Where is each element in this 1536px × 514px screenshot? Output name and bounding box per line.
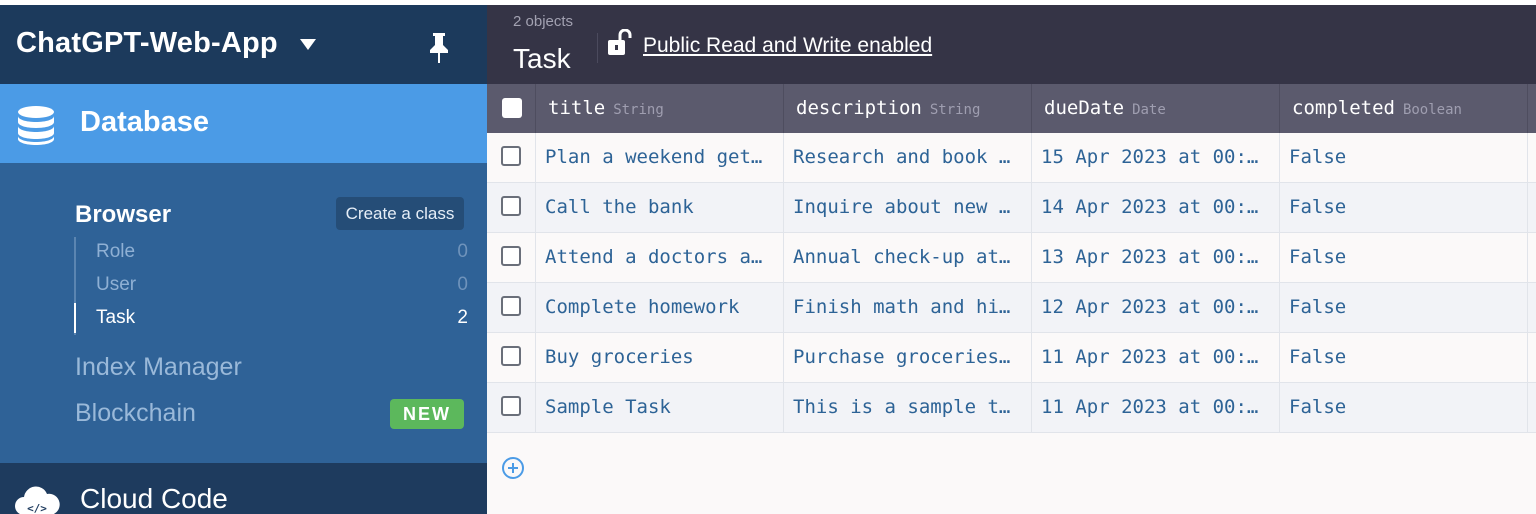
cell-completed[interactable]: False <box>1280 133 1528 182</box>
cell-description[interactable]: Finish math and hi… <box>784 283 1032 332</box>
cell-duedate[interactable]: 14 Apr 2023 at 00:… <box>1032 183 1280 232</box>
app-name: ChatGPT-Web-App <box>16 27 278 59</box>
create-class-button[interactable]: Create a class <box>336 197 464 230</box>
class-item-role[interactable]: Role 0 <box>76 237 468 267</box>
cell-title[interactable]: Sample Task <box>536 383 784 432</box>
new-badge: NEW <box>390 399 464 429</box>
active-marker <box>74 303 76 333</box>
cell-title[interactable]: Buy groceries <box>536 333 784 382</box>
cell-completed[interactable]: False <box>1280 383 1528 432</box>
column-type: String <box>613 102 664 118</box>
cell-title[interactable]: Call the bank <box>536 183 784 232</box>
nav-blockchain[interactable]: Blockchain <box>75 399 196 428</box>
cell-description[interactable]: Purchase groceries… <box>784 333 1032 382</box>
cell-description[interactable]: This is a sample t… <box>784 383 1032 432</box>
column-type: String <box>929 102 981 118</box>
database-icon <box>18 106 54 145</box>
class-title: Task <box>513 43 571 74</box>
row-select-cell <box>487 283 536 332</box>
class-list: Role 0 User 0 Task 2 <box>74 237 468 335</box>
unlock-icon[interactable] <box>607 29 633 57</box>
class-name: User <box>96 274 137 295</box>
table-row[interactable]: Sample Task This is a sample t… 11 Apr 2… <box>487 383 1536 433</box>
column-type: Boolean <box>1402 102 1462 118</box>
class-name: Task <box>96 307 136 328</box>
cell-completed[interactable]: False <box>1280 283 1528 332</box>
class-count: 0 <box>457 274 468 295</box>
select-all-cell <box>487 84 536 133</box>
select-all-checkbox[interactable] <box>502 98 522 118</box>
nav-browser[interactable]: Browser <box>75 201 171 229</box>
column-name: dueDate <box>1044 97 1125 119</box>
class-name: Role <box>96 241 136 262</box>
cell-title[interactable]: Attend a doctors a… <box>536 233 784 282</box>
column-header-duedate[interactable]: dueDate Date <box>1032 84 1280 133</box>
cell-duedate[interactable]: 13 Apr 2023 at 00:… <box>1032 233 1280 282</box>
nav-index-manager[interactable]: Index Manager <box>75 353 242 382</box>
row-checkbox[interactable] <box>501 246 521 266</box>
data-browser: 2 objects Task Public Read and Write ena… <box>487 0 1536 514</box>
row-checkbox[interactable] <box>501 146 521 166</box>
grid-header: title String description String dueDate Dat… <box>487 84 1536 133</box>
nav-database-label: Database <box>80 106 209 138</box>
row-checkbox[interactable] <box>501 346 521 366</box>
row-select-cell <box>487 233 536 282</box>
nav-cloud-code-label: Cloud Code <box>80 483 228 514</box>
cell-description[interactable]: Research and book … <box>784 133 1032 182</box>
table-row[interactable]: Attend a doctors a… Annual check-up at… … <box>487 233 1536 283</box>
column-type: Date <box>1132 102 1166 118</box>
app-selector[interactable]: ChatGPT-Web-App <box>0 0 487 84</box>
table-row[interactable]: Call the bank Inquire about new … 14 Apr… <box>487 183 1536 233</box>
row-checkbox[interactable] <box>501 396 521 416</box>
cell-duedate[interactable]: 11 Apr 2023 at 00:… <box>1032 333 1280 382</box>
column-header-title[interactable]: title String <box>536 84 784 133</box>
cell-description[interactable]: Annual check-up at… <box>784 233 1032 282</box>
cell-completed[interactable]: False <box>1280 183 1528 232</box>
permissions-link[interactable]: Public Read and Write enabled <box>643 34 932 58</box>
pin-icon[interactable] <box>426 31 452 65</box>
nav-database[interactable]: Database <box>0 84 487 163</box>
class-count: 2 <box>457 307 468 328</box>
browser-toolbar: 2 objects Task Public Read and Write ena… <box>487 0 1536 84</box>
column-name: completed <box>1292 97 1395 119</box>
add-row-icon[interactable] <box>501 456 525 480</box>
cell-duedate[interactable]: 11 Apr 2023 at 00:… <box>1032 383 1280 432</box>
table-row[interactable]: Plan a weekend get… Research and book … … <box>487 133 1536 183</box>
cloud-code-icon: </> <box>15 486 60 514</box>
cell-completed[interactable]: False <box>1280 233 1528 282</box>
column-name: title <box>548 97 606 119</box>
row-select-cell <box>487 333 536 382</box>
svg-text:</>: </> <box>27 502 47 514</box>
row-select-cell <box>487 383 536 432</box>
toolbar-divider <box>597 33 598 63</box>
column-header-description[interactable]: description String <box>784 84 1032 133</box>
sidebar: ChatGPT-Web-App Database Browser Create … <box>0 0 487 514</box>
database-subnav: Browser Create a class Role 0 User 0 Tas… <box>0 163 487 463</box>
table-row[interactable]: Buy groceries Purchase groceries… 11 Apr… <box>487 333 1536 383</box>
cell-title[interactable]: Plan a weekend get… <box>536 133 784 182</box>
row-checkbox[interactable] <box>501 296 521 316</box>
row-select-cell <box>487 183 536 232</box>
cell-title[interactable]: Complete homework <box>536 283 784 332</box>
cell-completed[interactable]: False <box>1280 333 1528 382</box>
nav-cloud-code[interactable]: </> Cloud Code <box>0 463 487 514</box>
object-count: 2 objects <box>513 13 574 30</box>
table-row[interactable]: Complete homework Finish math and hi… 12… <box>487 283 1536 333</box>
cell-duedate[interactable]: 15 Apr 2023 at 00:… <box>1032 133 1280 182</box>
caret-down-icon[interactable] <box>300 39 316 50</box>
cell-duedate[interactable]: 12 Apr 2023 at 00:… <box>1032 283 1280 332</box>
column-name: description <box>796 97 922 119</box>
class-item-user[interactable]: User 0 <box>76 270 468 300</box>
class-item-task[interactable]: Task 2 <box>74 303 468 333</box>
row-select-cell <box>487 133 536 182</box>
cell-description[interactable]: Inquire about new … <box>784 183 1032 232</box>
class-count: 0 <box>457 241 468 262</box>
row-checkbox[interactable] <box>501 196 521 216</box>
column-header-completed[interactable]: completed Boolean <box>1280 84 1528 133</box>
